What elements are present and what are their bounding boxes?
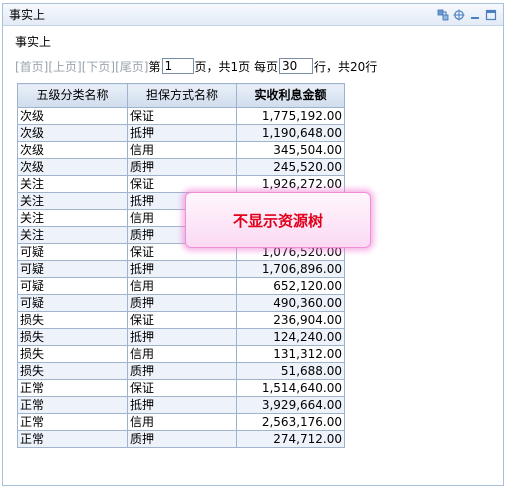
cell-classification: 次级: [17, 107, 128, 125]
cell-guarantee-type: 信用: [127, 413, 237, 431]
panel-header: 事实上: [3, 4, 503, 26]
cell-guarantee-type: 保证: [127, 311, 237, 329]
cell-interest-amount: 236,904.00: [236, 311, 345, 329]
cell-classification: 损失: [17, 311, 128, 329]
size-suffix-label: 行，共20行: [313, 59, 378, 74]
table-row: 损失 抵押 124,240.00: [17, 328, 345, 346]
table-body: 次级 保证 1,775,192.00 次级 抵押 1,190,648.00 次级 信用 345,…: [17, 107, 345, 448]
cell-classification: 损失: [17, 328, 128, 346]
table-row: 正常 抵押 3,929,664.00: [17, 396, 345, 414]
cell-interest-amount: 1,775,192.00: [236, 107, 345, 125]
cell-classification: 正常: [17, 379, 128, 397]
cell-interest-amount: 490,360.00: [236, 294, 345, 312]
cell-interest-amount: 124,240.00: [236, 328, 345, 346]
cell-guarantee-type: 抵押: [127, 124, 237, 142]
page-prefix-label: 第: [148, 59, 161, 74]
report-subtitle: 事实上: [15, 35, 52, 49]
cell-guarantee-type: 信用: [127, 277, 237, 295]
cell-classification: 关注: [17, 209, 128, 227]
column-header[interactable]: 担保方式名称: [127, 83, 237, 108]
cell-classification: 次级: [17, 124, 128, 142]
table-row: 损失 保证 236,904.00: [17, 311, 345, 329]
cell-classification: 关注: [17, 192, 128, 210]
cell-guarantee-type: 信用: [127, 345, 237, 363]
cell-interest-amount: 1,190,648.00: [236, 124, 345, 142]
cell-guarantee-type: 质押: [127, 430, 237, 448]
page-suffix-label: 页，共1页 每页: [194, 59, 278, 74]
cell-classification: 可疑: [17, 243, 128, 261]
cell-guarantee-type: 质押: [127, 362, 237, 380]
table-row: 损失 信用 131,312.00: [17, 345, 345, 363]
table-row: 正常 信用 2,563,176.00: [17, 413, 345, 431]
cell-interest-amount: 1,514,640.00: [236, 379, 345, 397]
pagination-bar: [首页] [上页] [下页] [尾页] 第 页，共1页 每页 行，共20行: [15, 57, 503, 75]
cell-interest-amount: 274,712.00: [236, 430, 345, 448]
cell-classification: 可疑: [17, 260, 128, 278]
cell-guarantee-type: 质押: [127, 294, 237, 312]
cell-classification: 损失: [17, 345, 128, 363]
prev-page-link[interactable]: [上页]: [48, 58, 81, 75]
cell-classification: 可疑: [17, 277, 128, 295]
table-row: 次级 信用 345,504.00: [17, 141, 345, 159]
cell-classification: 正常: [17, 413, 128, 431]
table-row: 可疑 抵押 1,706,896.00: [17, 260, 345, 278]
table-row: 正常 保证 1,514,640.00: [17, 379, 345, 397]
cell-guarantee-type: 质押: [127, 158, 237, 176]
cell-interest-amount: 51,688.00: [236, 362, 345, 380]
cell-classification: 损失: [17, 362, 128, 380]
table-row: 可疑 质押 490,360.00: [17, 294, 345, 312]
table-row: 次级 质押 245,520.00: [17, 158, 345, 176]
cell-interest-amount: 2,563,176.00: [236, 413, 345, 431]
table-row: 次级 保证 1,775,192.00: [17, 107, 345, 125]
cell-classification: 关注: [17, 226, 128, 244]
cell-interest-amount: 245,520.00: [236, 158, 345, 176]
cell-guarantee-type: 抵押: [127, 396, 237, 414]
cell-interest-amount: 1,926,272.00: [236, 175, 345, 193]
cell-guarantee-type: 抵押: [127, 260, 237, 278]
cell-interest-amount: 3,929,664.00: [236, 396, 345, 414]
table-row: 正常 质押 274,712.00: [17, 430, 345, 448]
cell-classification: 正常: [17, 430, 128, 448]
cell-guarantee-type: 保证: [127, 107, 237, 125]
report-table: 五级分类名称 担保方式名称 实收利息金额 次级 保证 1,775,192.00 次级抵…: [17, 83, 345, 448]
cell-guarantee-type: 保证: [127, 379, 237, 397]
table-header-row: 五级分类名称 担保方式名称 实收利息金额: [17, 83, 345, 108]
page-size-input[interactable]: [278, 58, 313, 74]
cell-classification: 正常: [17, 396, 128, 414]
table-row: 次级 抵押 1,190,648.00: [17, 124, 345, 142]
table-row: 可疑 信用 652,120.00: [17, 277, 345, 295]
panel-tools: [437, 9, 497, 21]
resource-tree-tooltip: 不显示资源树: [185, 192, 371, 248]
cell-classification: 次级: [17, 158, 128, 176]
export-icon[interactable]: [437, 9, 449, 21]
column-header[interactable]: 五级分类名称: [17, 83, 128, 108]
table-row: 关注 保证 1,926,272.00: [17, 175, 345, 193]
tooltip-text: 不显示资源树: [232, 211, 323, 230]
last-page-link[interactable]: [尾页]: [115, 58, 148, 75]
column-header[interactable]: 实收利息金额: [236, 83, 345, 108]
cell-interest-amount: 345,504.00: [236, 141, 345, 159]
minimize-icon[interactable]: [469, 9, 481, 21]
crosshair-icon[interactable]: [453, 9, 465, 21]
panel-title: 事实上: [9, 8, 46, 22]
maximize-icon[interactable]: [485, 9, 497, 21]
cell-classification: 可疑: [17, 294, 128, 312]
page-number-input[interactable]: [161, 58, 194, 74]
first-page-link[interactable]: [首页]: [15, 58, 48, 75]
cell-interest-amount: 652,120.00: [236, 277, 345, 295]
cell-interest-amount: 1,706,896.00: [236, 260, 345, 278]
cell-classification: 次级: [17, 141, 128, 159]
report-body: 事实上 [首页] [上页] [下页] [尾页] 第 页，共1页 每页 行，共20…: [3, 26, 503, 75]
cell-guarantee-type: 抵押: [127, 328, 237, 346]
cell-guarantee-type: 保证: [127, 175, 237, 193]
cell-interest-amount: 131,312.00: [236, 345, 345, 363]
cell-guarantee-type: 信用: [127, 141, 237, 159]
next-page-link[interactable]: [下页]: [82, 58, 115, 75]
table-row: 损失 质押 51,688.00: [17, 362, 345, 380]
cell-classification: 关注: [17, 175, 128, 193]
